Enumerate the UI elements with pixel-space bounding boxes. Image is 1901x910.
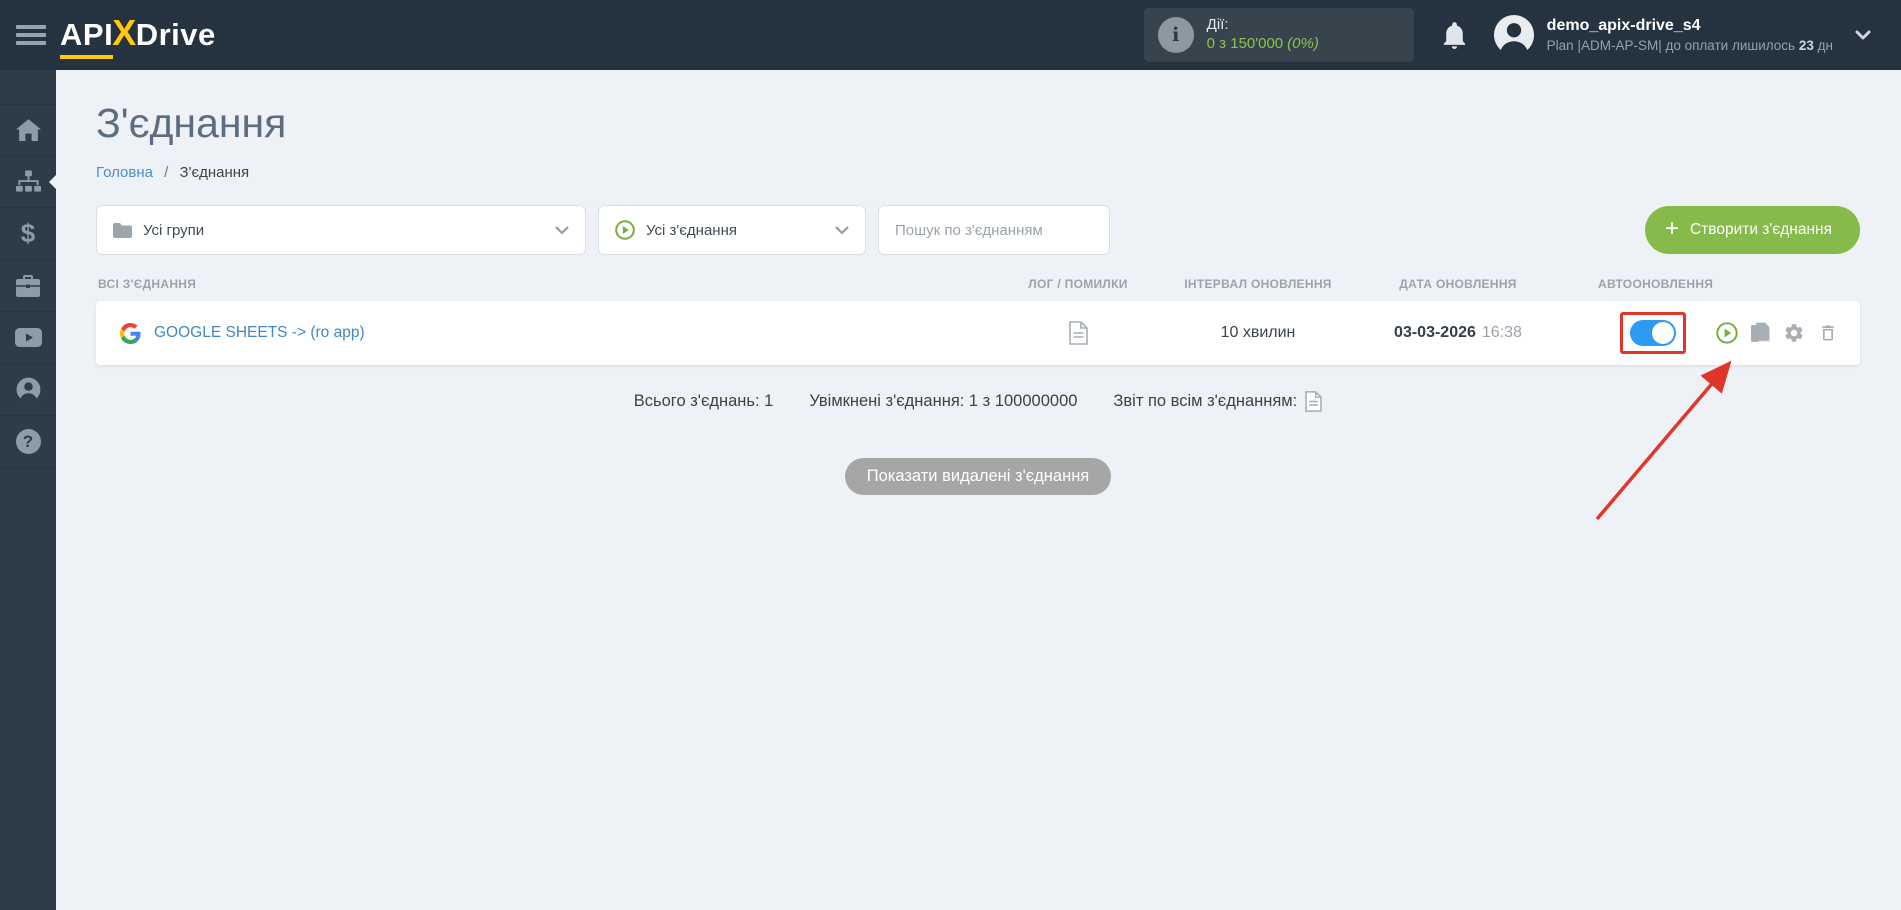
groups-filter-value: Усі групи — [143, 221, 205, 239]
connection-name-link[interactable]: GOOGLE SHEETS -> (ro app) — [154, 324, 365, 342]
report-file-icon[interactable] — [1305, 391, 1322, 412]
col-header-interval: ІНТЕРВАЛ ОНОВЛЕННЯ — [1184, 277, 1332, 291]
logo-api-text: API — [60, 17, 114, 59]
connections-filter-value: Усі з'єднання — [646, 221, 737, 239]
summary-enabled: Увімкнені з'єднання: 1 з 100000000 — [809, 392, 1078, 410]
dollar-icon: $ — [20, 218, 36, 248]
filter-row: Усі групи Усі з'єднання + Створити з'єдн… — [96, 205, 1860, 255]
app-logo[interactable]: API X Drive — [60, 12, 216, 59]
sidebar: $ ? — [0, 70, 56, 910]
play-circle-icon — [615, 220, 635, 240]
menu-toggle-icon[interactable] — [16, 25, 46, 45]
sidebar-item-account[interactable] — [0, 364, 56, 416]
info-icon: i — [1157, 17, 1194, 53]
table-header-row: ВСІ З'ЄДНАННЯ ЛОГ / ПОМИЛКИ ІНТЕРВАЛ ОНО… — [96, 277, 1860, 301]
breadcrumb-home-link[interactable]: Головна — [96, 164, 153, 181]
actions-label: Дії: — [1206, 16, 1229, 34]
sidebar-item-help[interactable]: ? — [0, 416, 56, 468]
sidebar-item-services[interactable] — [0, 260, 56, 312]
main-content: З'єднання Головна / З'єднання Усі групи … — [56, 70, 1901, 495]
breadcrumb-current: З'єднання — [179, 164, 250, 181]
actions-count: 0 з 150'000 (0%) — [1207, 35, 1319, 54]
user-plan: Plan |ADM-AP-SM| до оплати лишилось 23 д… — [1547, 37, 1833, 55]
summary-report-label: Звіт по всім з'єднанням: — [1113, 392, 1298, 410]
person-icon — [16, 377, 40, 402]
plus-icon: + — [1664, 215, 1679, 242]
notifications-bell-icon[interactable] — [1442, 21, 1467, 49]
google-icon — [120, 322, 141, 344]
logo-drive-text: Drive — [135, 16, 216, 52]
sidebar-item-connections[interactable] — [0, 156, 56, 208]
chevron-down-icon[interactable] — [1855, 30, 1871, 40]
show-deleted-button[interactable]: Показати видалені з'єднання — [844, 458, 1112, 495]
summary-bar: Всього з'єднань: 1 Увімкнені з'єднання: … — [96, 391, 1860, 412]
settings-gear-icon[interactable] — [1783, 322, 1805, 344]
user-menu[interactable]: demo_apix-drive_s4 Plan |ADM-AP-SM| до о… — [1493, 14, 1871, 56]
search-input[interactable] — [878, 205, 1110, 255]
create-connection-label: Створити з'єднання — [1689, 221, 1832, 238]
col-header-autoupdate: АВТООНОВЛЕННЯ — [1598, 277, 1714, 291]
question-icon: ? — [15, 429, 41, 454]
sidebar-item-video[interactable] — [0, 312, 56, 364]
update-interval-value: 10 хвилин — [1220, 324, 1296, 341]
delete-trash-icon[interactable] — [1818, 322, 1838, 344]
page-title: З'єднання — [96, 100, 287, 146]
sidebar-item-home[interactable] — [0, 104, 56, 156]
briefcase-icon — [16, 274, 40, 297]
plan-text: Plan |ADM-AP-SM| до оплати лишилось — [1546, 37, 1796, 53]
annotation-highlight-box — [1620, 312, 1686, 354]
plan-days: 23 — [1798, 37, 1814, 53]
connections-filter-dropdown[interactable]: Усі з'єднання — [598, 205, 866, 255]
summary-total: Всього з'єднань: 1 — [633, 392, 774, 410]
groups-filter-dropdown[interactable]: Усі групи — [96, 205, 586, 255]
breadcrumb: Головна / З'єднання — [96, 164, 1860, 181]
copy-connection-icon[interactable] — [1751, 322, 1770, 344]
logo-x-text: X — [112, 11, 137, 53]
sidebar-item-billing[interactable]: $ — [0, 208, 56, 260]
col-header-log: ЛОГ / ПОМИЛКИ — [1028, 277, 1128, 291]
update-time-value: 16:38 — [1481, 324, 1522, 341]
chevron-down-icon — [555, 226, 569, 235]
plan-days-unit: дн — [1817, 37, 1833, 53]
table-row: GOOGLE SHEETS -> (ro app) 10 хвилин 03-0… — [96, 301, 1860, 365]
avatar — [1493, 14, 1534, 56]
toggle-knob — [1652, 322, 1674, 344]
topbar: API X Drive i Дії: 0 з 150'000 (0%) demo_ap… — [0, 0, 1901, 70]
actions-count-value: 0 з 150'000 — [1206, 35, 1284, 52]
user-name: demo_apix-drive_s4 — [1546, 16, 1701, 34]
youtube-icon — [14, 328, 42, 347]
create-connection-button[interactable]: + Створити з'єднання — [1644, 206, 1860, 254]
actions-percent: (0%) — [1287, 35, 1319, 52]
chevron-down-icon — [835, 226, 849, 235]
actions-counter[interactable]: i Дії: 0 з 150'000 (0%) — [1143, 8, 1414, 62]
run-connection-icon[interactable] — [1716, 322, 1738, 344]
folder-icon — [113, 222, 132, 238]
sitemap-icon — [15, 169, 41, 192]
breadcrumb-separator: / — [164, 164, 169, 181]
update-date-value: 03-03-2026 — [1394, 324, 1476, 341]
col-header-connections: ВСІ З'ЄДНАННЯ — [98, 277, 197, 291]
col-header-date: ДАТА ОНОВЛЕННЯ — [1399, 277, 1517, 291]
auto-update-toggle[interactable] — [1630, 320, 1676, 346]
home-icon — [15, 119, 41, 141]
log-file-icon[interactable] — [1068, 321, 1088, 345]
